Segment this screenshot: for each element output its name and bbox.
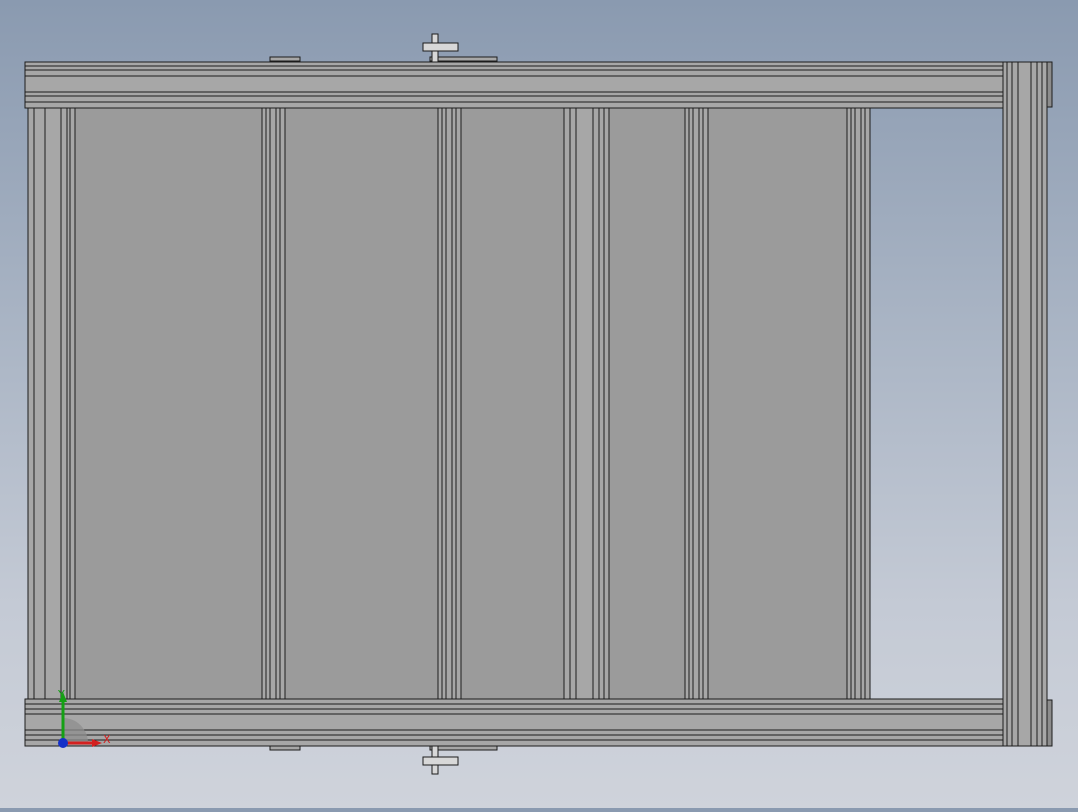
triad-y-label: Y bbox=[57, 688, 65, 701]
bottom-handle-bracket-left bbox=[269, 745, 301, 751]
bottom-handle-handle-bar bbox=[422, 756, 459, 766]
end-frame-post bbox=[1002, 61, 1048, 747]
vertical-extrusion bbox=[261, 107, 286, 700]
triad-origin-z bbox=[58, 738, 68, 748]
vertical-extrusion bbox=[846, 107, 871, 700]
vertical-extrusion bbox=[684, 107, 709, 700]
right-end-frame bbox=[1002, 61, 1053, 747]
bottom-handle-bracket-right bbox=[429, 745, 498, 751]
top-handle-bracket-right bbox=[429, 56, 498, 62]
cad-viewport[interactable]: Y X bbox=[0, 0, 1078, 808]
top-handle-handle-bar bbox=[422, 42, 459, 52]
vertical-extrusion bbox=[27, 107, 76, 700]
vertical-extrusion bbox=[437, 107, 462, 700]
vertical-extrusion bbox=[563, 107, 610, 700]
end-cap-bottom bbox=[1046, 699, 1053, 747]
bottom-rail bbox=[24, 698, 1004, 747]
cad-model-view[interactable]: Y X bbox=[0, 0, 1078, 808]
end-cap-top bbox=[1046, 61, 1053, 108]
top-rail bbox=[24, 61, 1004, 109]
triad-x-label: X bbox=[103, 733, 111, 746]
top-handle-bracket-left bbox=[269, 56, 301, 62]
